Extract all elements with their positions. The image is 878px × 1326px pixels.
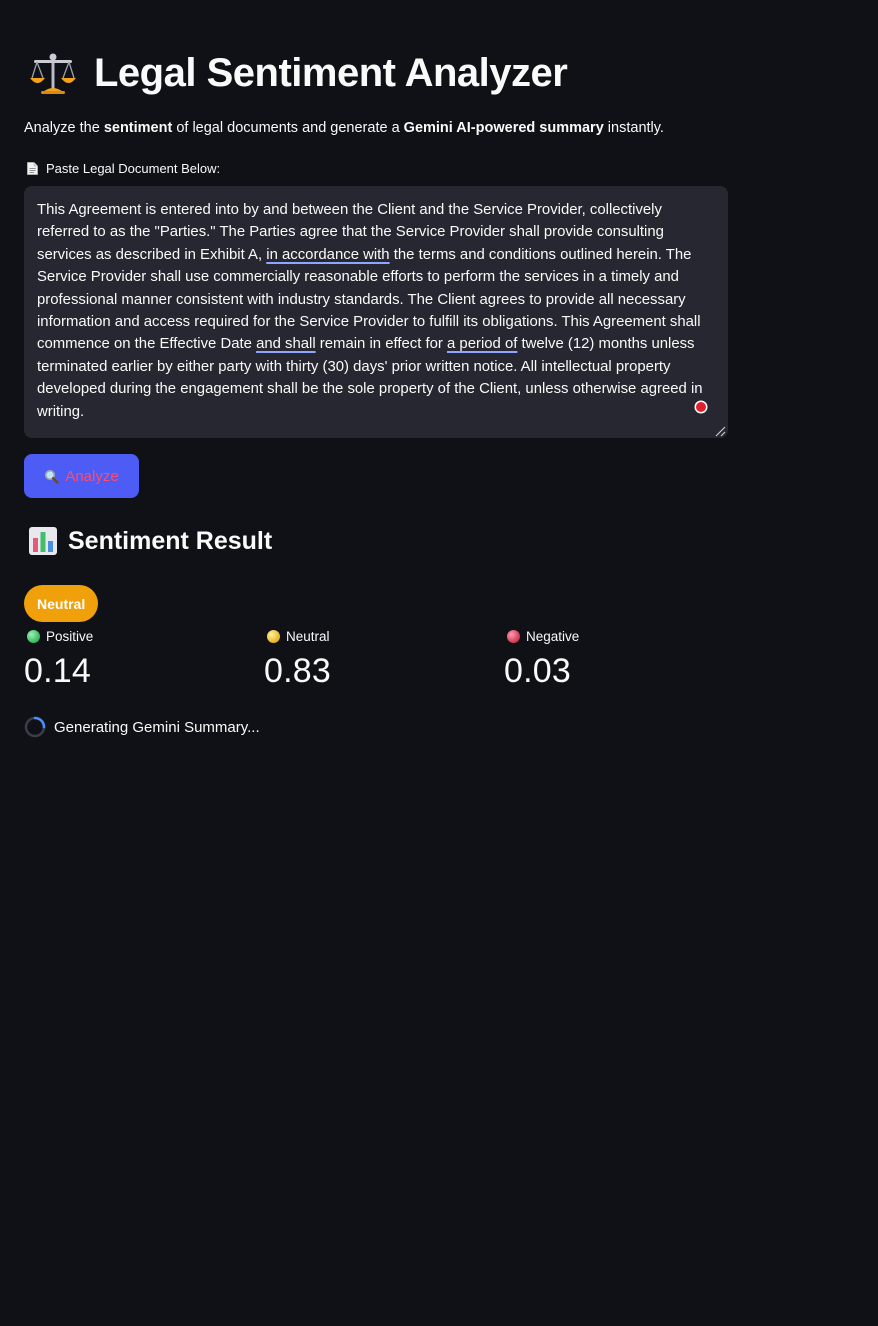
sentiment-result-header: Sentiment Result [28,526,272,556]
analyze-button-label: Analyze [65,467,119,485]
spellcheck-underline[interactable]: and shall [256,336,316,352]
metric-label-text: Positive [46,628,94,644]
summary-status-text: Generating Gemini Summary... [54,718,260,736]
page-description: Analyze the sentiment of legal documents… [24,120,664,136]
metric-label-text: Neutral [286,628,330,644]
spellcheck-underline[interactable]: in accordance with [266,247,389,263]
grammar-check-icon[interactable] [696,402,706,412]
document-text-segment: remain in effect for [315,336,447,353]
sentiment-badge: Neutral [24,585,99,622]
page-header: Legal Sentiment Analyzer [28,48,568,98]
loading-spinner-icon [24,716,46,738]
metric-label: Neutral [267,626,494,646]
metric-label: Positive [27,626,254,646]
summary-status: Generating Gemini Summary... [24,716,260,738]
magnifier-icon [44,469,60,484]
description-bold-text: Gemini AI-powered summary [403,120,604,136]
bar-chart-icon [28,526,58,556]
spellcheck-underline[interactable]: a period of [447,336,517,352]
metric-value: 0.83 [264,652,331,690]
description-text: instantly. [603,120,664,136]
document-field-label: Paste Legal Document Below: [27,161,220,176]
page-title: Legal Sentiment Analyzer [94,50,568,95]
resize-handle-icon[interactable] [714,424,726,437]
metric-negative: Negative 0.03 [504,626,734,691]
metric-value: 0.14 [24,652,91,690]
metric-label-text: Negative [526,628,580,644]
analyze-button[interactable]: Analyze [24,454,139,498]
description-text: of legal documents and generate a [172,120,404,136]
green-circle-icon [27,629,40,643]
sentiment-result-title: Sentiment Result [68,526,273,555]
red-circle-icon [507,629,520,643]
metric-label: Negative [507,626,734,646]
document-field-label-text: Paste Legal Document Below: [46,161,221,176]
document-textarea[interactable]: This Agreement is entered into by and be… [24,186,728,438]
balance-scale-icon [28,48,78,98]
description-text: Analyze the [24,120,104,136]
document-text[interactable]: This Agreement is entered into by and be… [37,199,712,423]
yellow-circle-icon [267,629,280,643]
metric-value: 0.03 [504,652,571,690]
document-icon [27,162,38,175]
metric-neutral: Neutral 0.83 [264,626,494,691]
metric-positive: Positive 0.14 [24,626,254,691]
description-bold-text: sentiment [103,120,173,136]
